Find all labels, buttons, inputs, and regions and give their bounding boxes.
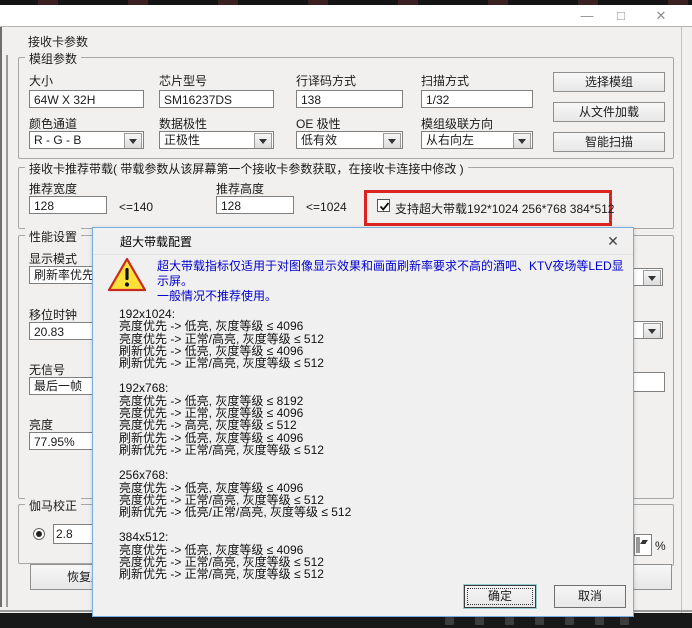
- recommended-width-field[interactable]: 128: [29, 196, 107, 214]
- oe-polarity-label: OE 极性: [296, 115, 341, 132]
- display-mode-label: 显示模式: [29, 250, 77, 267]
- cancel-button[interactable]: 取消: [554, 585, 626, 608]
- recommended-height-field[interactable]: 128: [216, 196, 294, 214]
- spinner-arrows-icon[interactable]: [636, 536, 650, 554]
- display-mode-value: 刷新率优先: [34, 268, 94, 282]
- gamma-radio[interactable]: [33, 528, 45, 540]
- page-title: 接收卡参数: [28, 33, 88, 50]
- size-label: 大小: [29, 72, 53, 89]
- spec-line: 刷新优先 -> 正常/高亮, 灰度等级 ≤ 512: [119, 568, 619, 580]
- panel-left-border: [6, 55, 8, 607]
- no-signal-label: 无信号: [29, 361, 65, 378]
- recommended-width-label: 推荐宽度: [29, 180, 77, 197]
- dialog-titlebar[interactable]: 超大带载配置 ✕: [93, 228, 633, 255]
- focus-rect: [467, 588, 533, 605]
- dialog-title: 超大带载配置: [120, 233, 192, 250]
- window-right-border: [681, 27, 682, 613]
- recommended-height-label: 推荐高度: [216, 180, 264, 197]
- chevron-down-icon[interactable]: [254, 133, 272, 149]
- height-limit-text: <=1024: [306, 200, 347, 214]
- spec-section-192x1024: 192x1024: 亮度优先 -> 低亮, 灰度等级 ≤ 4096 亮度优先 -…: [119, 308, 619, 369]
- recommended-load-group: 接收卡推荐带载( 带载参数从该屏幕第一个接收卡参数获取，在接收卡连接中修改 ) …: [18, 167, 674, 229]
- gamma-value: 2.8: [56, 527, 73, 541]
- spec-line: 刷新优先 -> 低亮/正常/高亮, 灰度等级 ≤ 512: [119, 506, 619, 518]
- cascade-direction-value: 从右向左: [426, 133, 474, 147]
- chip-label: 芯片型号: [159, 72, 207, 89]
- super-load-checkbox-label[interactable]: 支持超大带载192*1024 256*768 384*512: [395, 200, 614, 217]
- spec-line: 刷新优先 -> 正常/高亮, 灰度等级 ≤ 512: [119, 444, 619, 456]
- chevron-down-icon[interactable]: [643, 270, 661, 286]
- window-titlebar: — □ ✕: [0, 5, 692, 27]
- gamma-group-title: 伽马校正: [25, 497, 81, 514]
- spec-line: 亮度优先 -> 高亮, 灰度等级 ≤ 512: [119, 419, 619, 431]
- chip-field[interactable]: SM16237DS: [159, 90, 274, 108]
- warning-text: 超大带载指标仅适用于对图像显示效果和画面刷新率要求不高的酒吧、KTV夜场等LED…: [157, 259, 625, 304]
- row-decode-label: 行译码方式: [296, 72, 356, 89]
- percent-suffix: %: [655, 539, 666, 553]
- spec-section-title: 256x768:: [119, 469, 619, 481]
- ok-button[interactable]: 确定: [464, 585, 536, 608]
- cascade-direction-label: 模组级联方向: [421, 115, 493, 132]
- recommended-load-group-title: 接收卡推荐带载( 带载参数从该屏幕第一个接收卡参数获取，在接收卡连接中修改 ): [25, 160, 468, 177]
- warning-line-1: 超大带载指标仅适用于对图像显示效果和画面刷新率要求不高的酒吧、KTV夜场等LED…: [157, 259, 625, 289]
- warning-line-2: 一般情况不推荐使用。: [157, 289, 625, 304]
- warning-icon: [107, 257, 147, 293]
- spec-section-title: 384x512:: [119, 531, 619, 543]
- checkmark-icon: [378, 200, 391, 213]
- color-channel-select[interactable]: R - G - B: [29, 131, 144, 149]
- maximize-icon[interactable]: □: [606, 7, 636, 25]
- oe-polarity-value: 低有效: [301, 133, 337, 147]
- chevron-down-icon[interactable]: [513, 133, 531, 149]
- cascade-direction-select[interactable]: 从右向左: [421, 131, 533, 149]
- scan-mode-label: 扫描方式: [421, 72, 469, 89]
- module-params-group: 模组参数 大小 64W X 32H 芯片型号 SM16237DS 行译码方式 1…: [18, 57, 674, 159]
- smart-scan-button[interactable]: 智能扫描: [553, 132, 665, 152]
- spec-section-192x768: 192x768: 亮度优先 -> 低亮, 灰度等级 ≤ 8192 亮度优先 ->…: [119, 382, 619, 456]
- data-polarity-label: 数据极性: [159, 115, 207, 132]
- module-params-group-title: 模组参数: [25, 50, 81, 67]
- minimize-icon[interactable]: —: [572, 7, 602, 25]
- chevron-down-icon[interactable]: [383, 133, 401, 149]
- no-signal-value: 最后一帧: [34, 379, 82, 393]
- spec-line: 亮度优先 -> 低亮, 灰度等级 ≤ 4096: [119, 482, 619, 494]
- select-module-button[interactable]: 选择模组: [553, 72, 665, 92]
- spec-section-256x768: 256x768: 亮度优先 -> 低亮, 灰度等级 ≤ 4096 亮度优先 ->…: [119, 469, 619, 518]
- width-limit-text: <=140: [119, 200, 153, 214]
- window-left-border: [0, 27, 2, 607]
- spec-section-384x512: 384x512: 亮度优先 -> 低亮, 灰度等级 ≤ 4096 亮度优先 ->…: [119, 531, 619, 580]
- oe-polarity-select[interactable]: 低有效: [296, 131, 403, 149]
- color-channel-label: 颜色通道: [29, 115, 77, 132]
- scan-mode-field[interactable]: 1/32: [421, 90, 533, 108]
- super-load-config-dialog: 超大带载配置 ✕ 超大带载指标仅适用于对图像显示效果和画面刷新率要求不高的酒吧、…: [92, 227, 634, 617]
- data-polarity-value: 正极性: [164, 133, 200, 147]
- color-channel-value: R - G - B: [34, 133, 81, 147]
- size-field[interactable]: 64W X 32H: [29, 90, 144, 108]
- data-polarity-select[interactable]: 正极性: [159, 131, 274, 149]
- super-load-checkbox[interactable]: [377, 199, 390, 212]
- spec-line: 亮度优先 -> 低亮, 灰度等级 ≤ 4096: [119, 320, 619, 332]
- dialog-close-icon[interactable]: ✕: [603, 231, 623, 251]
- performance-group-title: 性能设置: [25, 228, 81, 245]
- right-hidden-spinner[interactable]: [634, 534, 652, 556]
- shift-clock-label: 移位时钟: [29, 306, 77, 323]
- app-window: — □ ✕ 接收卡参数 模组参数 大小 64W X 32H 芯片型号 SM162…: [0, 0, 692, 628]
- chevron-down-icon[interactable]: [124, 133, 142, 149]
- load-from-file-button[interactable]: 从文件加载: [553, 102, 665, 122]
- spec-line: 刷新优先 -> 正常/高亮, 灰度等级 ≤ 512: [119, 357, 619, 369]
- chevron-down-icon[interactable]: [643, 323, 661, 339]
- brightness-label: 亮度: [29, 416, 53, 433]
- close-icon[interactable]: ✕: [646, 7, 676, 25]
- row-decode-field[interactable]: 138: [296, 90, 403, 108]
- spec-section-title: 192x768:: [119, 382, 619, 394]
- load-spec-list: 192x1024: 亮度优先 -> 低亮, 灰度等级 ≤ 4096 亮度优先 -…: [119, 308, 619, 594]
